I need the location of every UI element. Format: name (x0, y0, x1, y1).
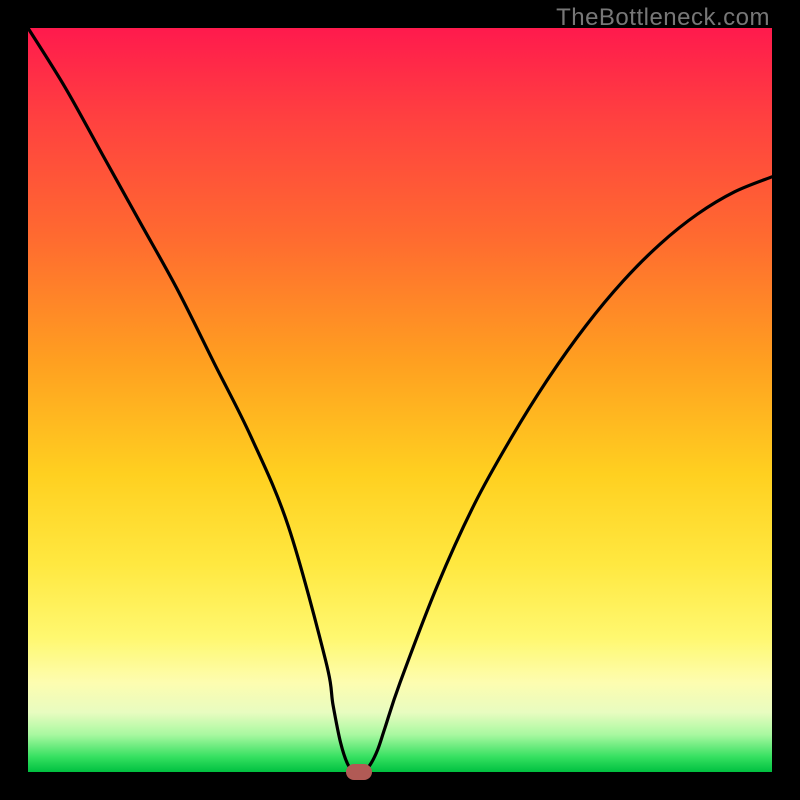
chart-frame: TheBottleneck.com (0, 0, 800, 800)
bottleneck-marker (346, 764, 372, 780)
bottleneck-curve (28, 28, 772, 772)
chart-plot-area (28, 28, 772, 772)
